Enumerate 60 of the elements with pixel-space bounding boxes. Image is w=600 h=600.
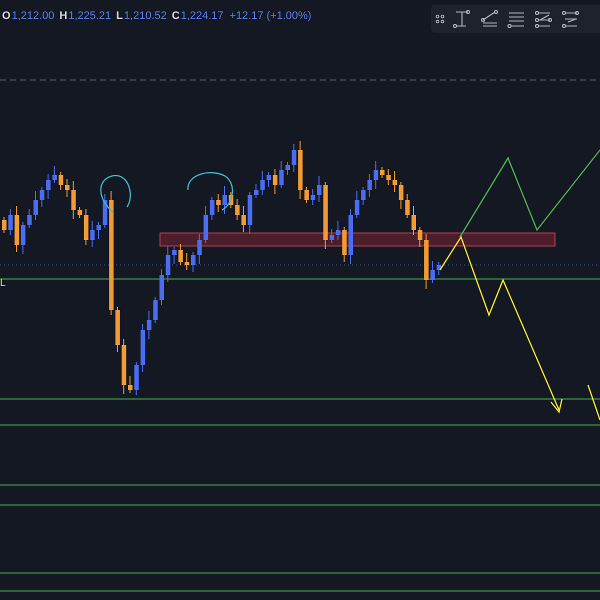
candlestick <box>342 226 347 262</box>
projection-path <box>587 384 600 420</box>
candlestick <box>134 362 139 396</box>
candlestick <box>58 172 64 190</box>
candlestick <box>40 186 44 208</box>
candlestick <box>34 190 38 220</box>
drag-handle-icon <box>435 14 445 24</box>
candlestick <box>286 162 290 176</box>
candlestick <box>128 376 132 394</box>
ohlc-label: H <box>59 10 68 22</box>
candlestick <box>260 170 265 196</box>
candlestick <box>160 268 164 306</box>
candlestick <box>279 160 284 188</box>
candlestick <box>27 208 32 228</box>
ohlc-label: O <box>2 10 11 22</box>
candlestick <box>153 296 158 324</box>
candlestick <box>412 206 416 236</box>
candlestick <box>254 184 258 198</box>
candlestick <box>374 160 378 190</box>
ohlc-value: 1,212.00 <box>12 10 54 22</box>
candlestick <box>90 220 95 248</box>
circle-annotation <box>187 172 234 211</box>
candlestick <box>65 178 70 198</box>
ohlc-value: 1,225.21 <box>68 10 112 22</box>
circle-annotation <box>100 174 131 212</box>
candlestick <box>354 190 360 218</box>
ohlc-label: C <box>172 10 180 22</box>
candlestick <box>2 216 6 234</box>
candlestick <box>71 180 76 220</box>
line-label: L <box>0 278 6 289</box>
candlestick <box>122 338 126 394</box>
candlestick <box>8 208 13 236</box>
candlestick <box>248 192 252 234</box>
candlestick <box>323 182 328 250</box>
ohlc-label: L <box>116 10 123 22</box>
dotted-lines-icon[interactable] <box>560 9 580 29</box>
candlestick <box>191 252 196 272</box>
candlestick <box>228 192 234 208</box>
connected-points-icon[interactable] <box>533 9 553 29</box>
candlestick <box>418 226 422 248</box>
price-change: +12.17 (+1.00%) <box>230 10 312 22</box>
candlestick <box>405 194 410 218</box>
candlestick <box>348 208 353 264</box>
candlestick <box>166 246 170 282</box>
candlestick <box>380 166 384 178</box>
ohlc-value: 1,224.17 <box>180 10 224 22</box>
ohlc-value: 1,210.52 <box>124 10 167 22</box>
candlestick <box>317 176 322 202</box>
fork-lines-icon[interactable] <box>479 9 499 29</box>
candlestick <box>292 144 296 172</box>
candlestick <box>436 262 442 276</box>
candlestick <box>96 222 101 240</box>
candlestick <box>310 188 316 206</box>
candlestick <box>197 234 202 264</box>
ibeam-icon[interactable] <box>452 9 472 29</box>
candlestick <box>216 194 221 212</box>
candlestick <box>386 168 391 186</box>
candlestick <box>222 186 227 214</box>
candlestick <box>184 252 190 270</box>
candlestick <box>102 194 108 228</box>
